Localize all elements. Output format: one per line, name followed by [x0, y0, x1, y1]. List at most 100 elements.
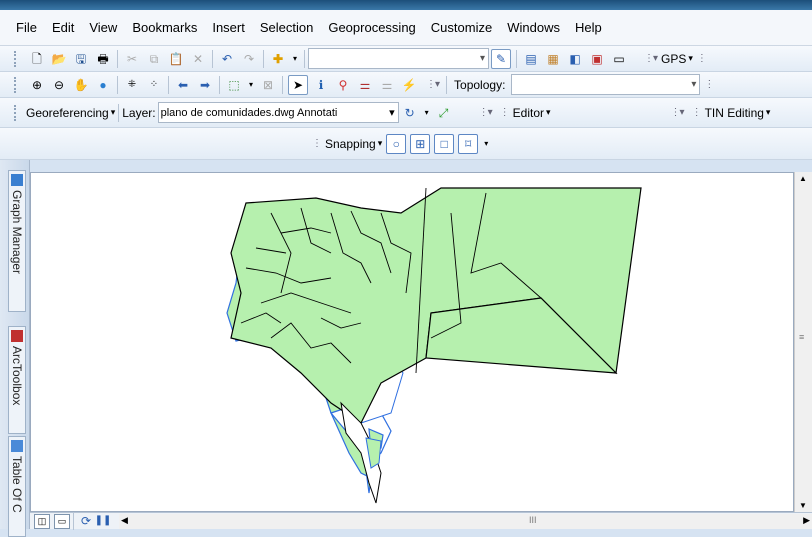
layout-view-icon[interactable]: ▭ — [54, 513, 70, 529]
search-window-icon[interactable]: ◧ — [566, 50, 584, 68]
scroll-up-icon[interactable]: ▲ — [799, 174, 807, 183]
edge-snapping-icon[interactable]: ⌑ — [458, 133, 479, 154]
catalog-icon[interactable]: ▦ — [544, 50, 562, 68]
chevron-down-icon[interactable]: ▾ — [423, 104, 431, 122]
new-document-icon[interactable]: 🗋 — [28, 50, 46, 68]
table-icon[interactable]: ▤ — [522, 50, 540, 68]
toolbar-grip[interactable] — [14, 50, 20, 67]
undo-icon[interactable]: ↶ — [218, 50, 236, 68]
measure-icon[interactable]: ⚌ — [356, 76, 374, 94]
tin-editing-dropdown[interactable]: TIN Editing ▾ — [705, 106, 771, 120]
chevron-down-icon[interactable]: ▾ — [247, 76, 255, 94]
chevron-down-icon[interactable]: ▾ — [291, 50, 299, 68]
menu-windows[interactable]: Windows — [507, 20, 560, 35]
python-icon[interactable]: ▭ — [610, 50, 628, 68]
window-title-strip — [0, 0, 812, 10]
zoom-in-icon[interactable]: ⊕ — [28, 76, 46, 94]
map-status-bar: ◫ ▭ ⟳ ❚❚ ◀ III ▶ — [30, 512, 812, 530]
select-features-icon[interactable]: ⬚ — [225, 76, 243, 94]
rotate-icon[interactable]: ↻ — [401, 104, 419, 122]
pan-icon[interactable]: ✋ — [72, 76, 90, 94]
toolbar-grip[interactable]: ⋮ — [704, 79, 714, 90]
menu-geoprocessing[interactable]: Geoprocessing — [328, 20, 415, 35]
scroll-right-icon[interactable]: ▶ — [803, 515, 810, 526]
gps-toolbar-label[interactable]: GPS — [661, 52, 686, 66]
map-vertical-scrollbar[interactable]: ▲ ≡ ▼ — [794, 172, 812, 512]
vertex-snapping-icon[interactable]: □ — [434, 133, 455, 154]
chevron-down-icon[interactable]: ▾ — [686, 53, 693, 64]
save-icon[interactable]: 🖫 — [72, 50, 90, 68]
layer-label: Layer: — [122, 105, 156, 120]
refresh-icon[interactable]: ⟳ — [79, 512, 93, 530]
menu-selection[interactable]: Selection — [260, 20, 313, 35]
editor-toolbar-icon[interactable]: ✎ — [491, 48, 511, 69]
toolbar-grip[interactable]: ⋮ — [312, 138, 322, 149]
scroll-down-icon[interactable]: ▼ — [799, 501, 807, 510]
menu-bar: File Edit View Bookmarks Insert Selectio… — [0, 10, 812, 46]
identify-icon[interactable]: ℹ — [312, 76, 330, 94]
topology-label: Topology: — [454, 77, 506, 92]
toolbar-grip[interactable]: ⋮ — [500, 107, 510, 118]
menu-file[interactable]: File — [16, 20, 37, 35]
scroll-thumb-glyph[interactable]: III — [529, 515, 537, 525]
scroll-thumb-grip-icon[interactable]: ≡ — [799, 332, 804, 342]
topology-combo[interactable]: ▾ — [511, 74, 701, 95]
hyperlink-icon[interactable]: ⚡ — [400, 76, 418, 94]
snapping-dropdown[interactable]: Snapping ▾ — [325, 137, 382, 151]
back-icon[interactable]: ⬅ — [174, 76, 192, 94]
toolbar-separator — [263, 49, 264, 68]
redo-icon[interactable]: ↷ — [240, 50, 258, 68]
print-icon[interactable]: 🖶 — [94, 50, 112, 68]
menu-insert[interactable]: Insert — [212, 20, 245, 35]
menu-help[interactable]: Help — [575, 20, 602, 35]
cut-icon[interactable]: ✂ — [123, 50, 141, 68]
arctoolbox-icon[interactable]: ▣ — [588, 50, 606, 68]
go-to-xy-icon[interactable]: ⚌ — [378, 76, 396, 94]
add-control-points-icon[interactable]: ⤢ — [435, 104, 453, 122]
open-folder-icon[interactable]: 📂 — [50, 50, 68, 68]
fixed-zoom-in-icon[interactable]: ⁜ — [123, 76, 141, 94]
table-of-contents-icon — [11, 440, 23, 452]
select-elements-icon[interactable]: ➤ — [288, 74, 308, 95]
zoom-out-icon[interactable]: ⊖ — [50, 76, 68, 94]
map-scale-combo[interactable]: ▾ — [308, 48, 489, 69]
data-view-icon[interactable]: ◫ — [34, 513, 50, 529]
layer-select[interactable]: plano de comunidades.dwg Annotati ▾ — [157, 102, 399, 123]
end-snapping-icon[interactable]: ⊞ — [410, 133, 431, 154]
fixed-zoom-out-icon[interactable]: ⁘ — [145, 76, 163, 94]
menu-edit[interactable]: Edit — [52, 20, 74, 35]
menu-bookmarks[interactable]: Bookmarks — [132, 20, 197, 35]
toolbar-grip[interactable] — [14, 76, 20, 93]
add-data-icon[interactable]: ✚ — [269, 50, 287, 68]
editor-dropdown[interactable]: Editor ▾ — [513, 106, 551, 120]
graph-manager-tab[interactable]: Graph Manager — [8, 170, 26, 312]
scroll-left-icon[interactable]: ◀ — [121, 515, 128, 526]
map-horizontal-scrollbar[interactable]: ◀ III ▶ — [119, 513, 812, 529]
full-extent-icon[interactable]: ● — [94, 76, 112, 94]
toolbar-grip[interactable]: ⋮▾ — [644, 53, 658, 64]
table-of-contents-tab[interactable]: Table Of C — [8, 436, 26, 537]
toolbar-grip[interactable]: ⋮▾ — [671, 107, 685, 118]
georeferencing-dropdown[interactable]: Georeferencing ▾ — [26, 106, 115, 120]
toolbox-icon — [11, 330, 23, 342]
toolbar-grip[interactable] — [14, 104, 20, 121]
pause-drawing-icon[interactable]: ❚❚ — [95, 512, 112, 530]
copy-icon[interactable]: ⧉ — [145, 50, 163, 68]
menu-view[interactable]: View — [89, 20, 117, 35]
paste-icon[interactable]: 📋 — [167, 50, 185, 68]
clear-selection-icon[interactable]: ⊠ — [259, 76, 277, 94]
map-canvas[interactable] — [30, 172, 794, 512]
toolbar-grip[interactable]: ⋮ — [697, 53, 707, 64]
toolbar-separator — [304, 49, 305, 68]
toolbar-grip[interactable]: ⋮▾ — [426, 79, 440, 90]
forward-icon[interactable]: ➡ — [196, 76, 214, 94]
chevron-down-icon[interactable]: ▾ — [482, 135, 490, 153]
arctoolbox-tab[interactable]: ArcToolbox — [8, 326, 26, 434]
point-snapping-icon[interactable]: ○ — [386, 133, 407, 154]
toolbar-grip[interactable]: ⋮ — [692, 107, 702, 118]
toolbar-grip[interactable]: ⋮▾ — [479, 107, 493, 118]
find-icon[interactable]: ⚲ — [334, 76, 352, 94]
map-green-polygons — [230, 187, 642, 424]
delete-icon[interactable]: ✕ — [189, 50, 207, 68]
menu-customize[interactable]: Customize — [431, 20, 492, 35]
